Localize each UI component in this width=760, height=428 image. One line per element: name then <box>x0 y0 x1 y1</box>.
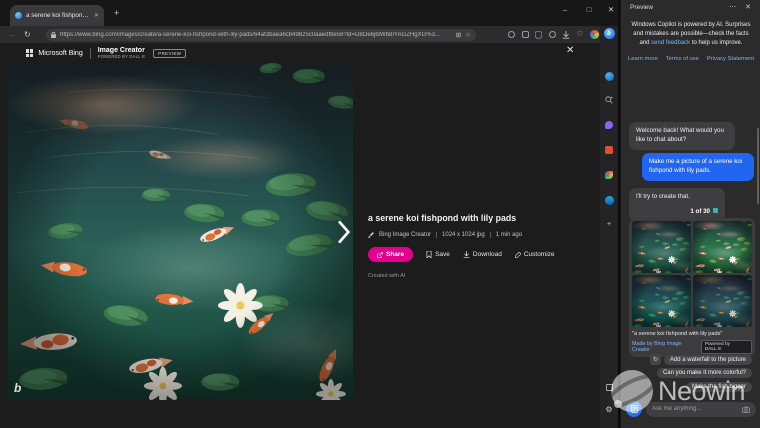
generated-image[interactable]: b <box>8 62 353 400</box>
powered-by-text: POWERED BY DALL·E <box>98 55 146 60</box>
brand-text[interactable]: Microsoft Bing <box>38 50 82 57</box>
share-icon <box>377 252 383 258</box>
tab-strip: a serene koi fishpond with lily pads ✕ +… <box>0 0 618 26</box>
lock-icon <box>51 32 56 38</box>
new-tab-button[interactable]: + <box>114 8 119 18</box>
profile-avatar[interactable] <box>590 30 599 39</box>
browser-tab[interactable]: a serene koi fishpond with lily pads ✕ <box>10 5 104 26</box>
result-thumbnail[interactable] <box>632 275 691 327</box>
created-with-ai-note: Created with AI <box>368 273 594 279</box>
privacy-statement-link[interactable]: Privacy Statement <box>707 56 754 62</box>
refresh-button[interactable]: ↻ <box>24 30 31 39</box>
send-feedback-link[interactable]: send feedback <box>651 40 690 46</box>
drop-icon[interactable] <box>600 121 618 129</box>
browser-essentials-heart-icon[interactable]: ♡ <box>577 31 583 38</box>
screenshot-camera-icon[interactable] <box>742 406 750 413</box>
copilot-close-icon[interactable]: ✕ <box>745 4 751 11</box>
new-topic-page-icon <box>631 405 638 413</box>
tab-favicon-icon <box>15 12 22 19</box>
games-icon[interactable] <box>600 146 618 154</box>
bing-image-watermark: b <box>14 381 21 395</box>
overlay-close-icon[interactable]: ✕ <box>566 45 574 56</box>
windows-copilot-panel: Preview ⋯ ✕ Windows Copilot is powered b… <box>620 0 760 428</box>
tab-title: a serene koi fishpond with lily pads <box>26 12 90 19</box>
extension-icon[interactable] <box>508 31 515 38</box>
favorites-star-icon[interactable]: ☆ <box>465 31 471 39</box>
window-maximize-button[interactable]: □ <box>580 2 598 17</box>
image-creator-page: Microsoft Bing Image Creator POWERED BY … <box>0 43 600 411</box>
sidebar-panel-icon[interactable] <box>600 384 618 391</box>
extension-icon[interactable] <box>549 31 556 38</box>
split-screen-icon[interactable]: ⊞ <box>456 31 461 39</box>
bot-welcome-message: Welcome back! What would you like to cha… <box>629 122 735 150</box>
powered-by-dalle-badge: Powered by DALL·E <box>701 340 752 354</box>
shield-extension-icon[interactable] <box>535 31 542 39</box>
microsoft-logo-icon <box>26 49 33 56</box>
customize-button[interactable]: Customize <box>515 251 555 258</box>
browser-window: a serene koi fishpond with lily pads ✕ +… <box>0 0 618 428</box>
result-thumbnail[interactable] <box>693 221 752 273</box>
download-button[interactable]: Download <box>463 251 502 258</box>
ask-input-field[interactable] <box>652 406 738 412</box>
copilot-more-icon[interactable]: ⋯ <box>729 4 736 11</box>
downloads-icon[interactable] <box>562 31 570 39</box>
made-by-link[interactable]: Made by Bing Image Creator <box>632 341 701 353</box>
window-minimize-button[interactable]: – <box>556 2 574 17</box>
url-text: https://www.bing.com/images/create/a-ser… <box>60 32 452 38</box>
office-icon[interactable] <box>600 171 618 179</box>
chat-input[interactable] <box>646 402 756 417</box>
suggestion-chip-waterfall[interactable]: Add a waterfall to the picture <box>664 355 752 365</box>
image-age: 1 min ago <box>496 232 522 238</box>
user-prompt-message: Make me a picture of a serene koi fishpo… <box>642 153 754 181</box>
chevron-right-icon <box>336 220 350 244</box>
image-meta: Bing Image Creator 1024 x 1024 jpg 1 min… <box>368 232 594 238</box>
next-image-button[interactable] <box>336 220 350 244</box>
suggestion-chip-bigger[interactable]: Make the fish bigger <box>686 382 752 392</box>
save-button[interactable]: Save <box>426 251 450 258</box>
window-close-button[interactable]: ✕ <box>602 2 620 17</box>
image-source: Bing Image Creator <box>379 232 431 238</box>
bing-search-icon[interactable] <box>600 72 618 81</box>
add-sidebar-item-icon[interactable]: + <box>600 221 618 228</box>
brush-icon <box>368 232 374 238</box>
copilot-disclaimer: Windows Copilot is powered by AI. Surpri… <box>629 21 753 48</box>
copilot-sidebar-icon[interactable]: b <box>600 28 618 39</box>
panel-scrollbar[interactable] <box>757 128 760 204</box>
share-button[interactable]: Share <box>368 247 413 262</box>
terms-of-use-link[interactable]: Terms of use <box>666 56 699 62</box>
image-creator-header: Microsoft Bing Image Creator POWERED BY … <box>0 43 600 63</box>
new-topic-button[interactable] <box>626 401 642 417</box>
outlook-icon[interactable] <box>600 196 618 205</box>
bookmark-icon <box>426 251 432 258</box>
header-divider <box>90 48 91 59</box>
copilot-preview-label: Preview <box>630 4 653 11</box>
download-icon <box>463 251 470 258</box>
product-title[interactable]: Image Creator POWERED BY DALL·E <box>98 47 146 59</box>
learn-more-link[interactable]: Learn more <box>628 56 658 62</box>
pencil-icon <box>515 252 521 258</box>
browser-toolbar: ← ↻ https://www.bing.com/images/create/a… <box>0 26 618 43</box>
result-caption: "a serene koi fishpond with lily pads" <box>632 331 752 337</box>
tab-close-icon[interactable]: ✕ <box>94 12 99 19</box>
address-bar[interactable]: https://www.bing.com/images/create/a-ser… <box>46 29 476 41</box>
back-button[interactable]: ← <box>8 30 16 39</box>
extension-icon[interactable] <box>522 31 529 38</box>
stop-generation-icon[interactable] <box>713 208 718 213</box>
image-dimensions: 1024 x 1024 jpg <box>442 232 485 238</box>
suggestion-chip-colorful[interactable]: Can you make it more colorful? <box>657 368 752 378</box>
generation-progress: 1 of 30 <box>636 208 718 217</box>
result-thumbnail[interactable] <box>693 275 752 327</box>
result-thumbnail[interactable] <box>632 221 691 273</box>
preview-badge: PREVIEW <box>153 49 186 58</box>
sidebar-settings-gear-icon[interactable]: ⚙ <box>600 406 618 414</box>
chip-action-icon[interactable]: ↻ <box>650 354 661 365</box>
search-discover-icon[interactable] <box>600 96 618 104</box>
bot-reply-message: I'll try to create that. 1 of 30 <box>629 188 725 222</box>
image-title: a serene koi fishpond with lily pads <box>368 213 594 223</box>
image-result-card: "a serene koi fishpond with lily pads" M… <box>629 218 755 357</box>
image-detail-panel: a serene koi fishpond with lily pads Bin… <box>368 213 594 279</box>
edge-sidebar-rail: b + ⚙ <box>600 26 618 428</box>
